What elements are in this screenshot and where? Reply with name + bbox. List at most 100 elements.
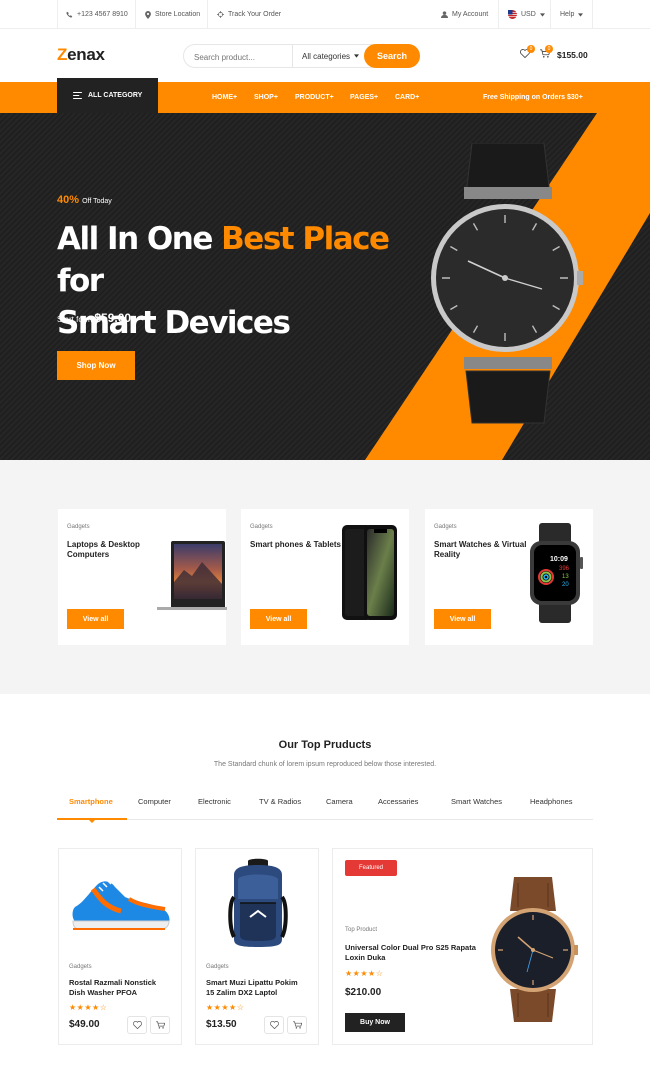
nav-card[interactable]: CARD+	[395, 82, 419, 113]
store-location-label: Store Location	[155, 11, 201, 18]
track-order-link[interactable]: Track Your Order	[217, 0, 281, 29]
product-price: $13.50	[206, 1019, 237, 1030]
phone-number: +123 4567 8910	[77, 11, 128, 18]
view-all-button[interactable]: View all	[250, 609, 307, 629]
featured-badge: Featured	[345, 860, 397, 876]
nav-shop[interactable]: SHOP+	[254, 82, 278, 113]
tab-tv-radios[interactable]: TV & Radios	[259, 797, 301, 806]
buy-now-button[interactable]: Buy Now	[345, 1013, 405, 1032]
product-card[interactable]: Gadgets Rostal Razmali Nonstick Dish Was…	[58, 848, 182, 1045]
laptop-image	[157, 541, 227, 610]
location-pin-icon	[145, 10, 151, 19]
product-category: Top Product	[345, 927, 378, 933]
product-rating: ★★★★☆	[345, 969, 384, 978]
category-title: Laptops & Desktop Computers	[67, 540, 140, 559]
menu-icon	[73, 92, 82, 99]
tab-computer[interactable]: Computer	[138, 797, 171, 806]
category-tag: Gadgets	[67, 524, 90, 530]
view-all-button[interactable]: View all	[67, 609, 124, 629]
watch-stat-exercise: 13	[562, 574, 569, 580]
product-name[interactable]: Universal Color Dual Pro S25 Rapata Loxi…	[345, 943, 485, 963]
cart-button[interactable]: 0	[540, 45, 553, 60]
tab-electronic[interactable]: Electronic	[198, 797, 231, 806]
nav-home[interactable]: HOME+	[212, 82, 237, 113]
help-dropdown[interactable]: Help	[560, 0, 584, 29]
tabs-divider	[57, 819, 593, 820]
category-title: Smart phones & Tablets	[250, 540, 341, 549]
tab-headphones[interactable]: Headphones	[530, 797, 573, 806]
currency-label: USD	[521, 11, 536, 18]
section-subtitle: The Standard chunk of lorem ipsum reprod…	[213, 761, 437, 768]
product-card[interactable]: Gadgets Smart Muzi Lipattu Pokim 15 Zali…	[195, 848, 319, 1045]
add-to-wishlist-button[interactable]	[264, 1016, 284, 1034]
category-select[interactable]: All categories	[292, 45, 360, 67]
category-select-value: All categories	[302, 51, 351, 61]
shop-now-button[interactable]: Shop Now	[57, 351, 135, 380]
featured-watch-image	[491, 877, 578, 1022]
free-shipping-notice: Free Shipping on Orders $30+	[483, 94, 583, 101]
caret-down-icon	[354, 54, 360, 58]
divider	[498, 0, 499, 29]
divider	[592, 0, 593, 29]
add-to-wishlist-button[interactable]	[127, 1016, 147, 1034]
hero-title-highlight: Best Place	[221, 221, 390, 257]
hero-title: All In One Best Place for Smart Devices	[57, 218, 437, 344]
category-card-watches: Gadgets Smart Watches & Virtual Reality …	[425, 509, 593, 645]
hero-title-start: All In One	[57, 221, 222, 257]
wishlist-button[interactable]: 0	[520, 45, 535, 60]
backpack-image	[228, 858, 288, 947]
product-name[interactable]: Smart Muzi Lipattu Pokim 15 Zalim DX2 La…	[206, 978, 306, 998]
product-name[interactable]: Rostal Razmali Nonstick Dish Washer PFOA	[69, 978, 169, 998]
us-flag-icon	[508, 10, 517, 19]
nav-product[interactable]: PRODUCT+	[295, 82, 334, 113]
add-to-cart-button[interactable]	[150, 1016, 170, 1034]
logo-text: enax	[67, 45, 105, 64]
wishlist-count: 0	[527, 45, 535, 53]
hero-offer: 40% Off Today	[57, 194, 112, 206]
tab-smartphone[interactable]: Smartphone	[69, 797, 113, 806]
divider	[57, 0, 58, 29]
phone-link[interactable]: +123 4567 8910	[66, 0, 128, 29]
category-card-phones: Gadgets Smart phones & Tablets View all	[241, 509, 409, 645]
heart-icon	[132, 1021, 142, 1029]
smartphone-image	[342, 525, 397, 620]
site-logo[interactable]: Zenax	[57, 45, 105, 65]
tab-smart-watches[interactable]: Smart Watches	[451, 797, 502, 806]
help-label: Help	[560, 11, 575, 18]
all-category-label: ALL CATEGORY	[88, 92, 143, 99]
hero-price: $59.00	[94, 311, 132, 325]
product-price: $210.00	[345, 987, 382, 998]
top-bar: +123 4567 8910 Store Location Track Your…	[0, 0, 650, 29]
store-location-link[interactable]: Store Location	[145, 0, 200, 29]
watch-image	[431, 143, 583, 424]
tab-camera[interactable]: Camera	[326, 797, 353, 806]
offer-text: Off Today	[82, 198, 112, 205]
category-tag: Gadgets	[434, 524, 457, 530]
tab-accessaries[interactable]: Accessaries	[378, 797, 418, 806]
divider	[550, 0, 551, 29]
user-icon	[441, 11, 448, 18]
nav-pages[interactable]: PAGES+	[350, 82, 378, 113]
cart-icon	[292, 1021, 302, 1029]
watch-stat-stand: 20	[562, 582, 569, 588]
product-rating: ★★★★☆	[69, 1003, 108, 1012]
caret-down-icon	[578, 12, 584, 17]
view-all-button[interactable]: View all	[434, 609, 491, 629]
currency-dropdown[interactable]: USD	[508, 0, 545, 29]
track-order-label: Track Your Order	[228, 11, 282, 18]
sneaker-image	[72, 879, 170, 930]
phone-icon	[66, 11, 73, 18]
smartwatch-image	[530, 523, 583, 623]
logo-initial: Z	[57, 45, 68, 64]
add-to-cart-button[interactable]	[287, 1016, 307, 1034]
divider	[207, 0, 208, 29]
search-input[interactable]	[194, 50, 289, 64]
cart-count: 0	[545, 45, 553, 53]
category-card-laptops: Gadgets Laptops & Desktop Computers View…	[58, 509, 227, 645]
product-rating: ★★★★☆	[206, 1003, 245, 1012]
category-title: Smart Watches & Virtual Reality	[434, 540, 527, 559]
all-category-button[interactable]: ALL CATEGORY	[57, 78, 158, 113]
search-button[interactable]: Search	[364, 44, 420, 68]
my-account-link[interactable]: My Account	[441, 0, 488, 29]
product-category: Gadgets	[206, 964, 229, 970]
